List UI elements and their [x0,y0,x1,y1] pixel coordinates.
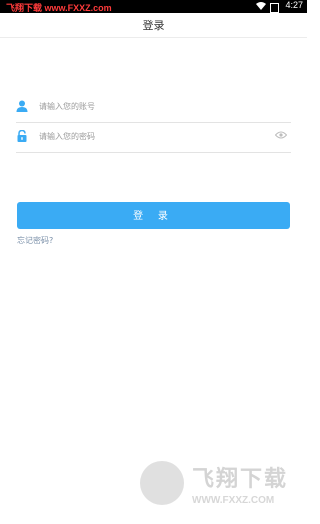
watermark-url: WWW.FXXZ.COM [192,495,275,506]
wifi-icon [256,2,266,10]
watermark-logo-icon [140,461,184,505]
user-icon [16,100,28,112]
title-bar: 登录 [0,13,307,38]
watermark: 飞翔下载 WWW.FXXZ.COM [140,459,300,519]
status-bar: 飞翔下载 www.FXXZ.com 4:27 [0,0,307,13]
password-input[interactable] [39,128,259,144]
eye-icon[interactable] [275,131,287,139]
account-field[interactable] [16,92,291,123]
password-field[interactable] [16,122,291,153]
status-time: 4:27 [285,0,303,10]
account-input[interactable] [39,98,259,114]
watermark-brand: 飞翔下载 [192,467,289,492]
lock-icon [17,130,27,142]
login-button[interactable]: 登 录 [17,202,290,229]
page-title: 登录 [142,19,165,32]
battery-icon [270,3,279,13]
forgot-password-link[interactable]: 忘记密码? [17,235,53,246]
